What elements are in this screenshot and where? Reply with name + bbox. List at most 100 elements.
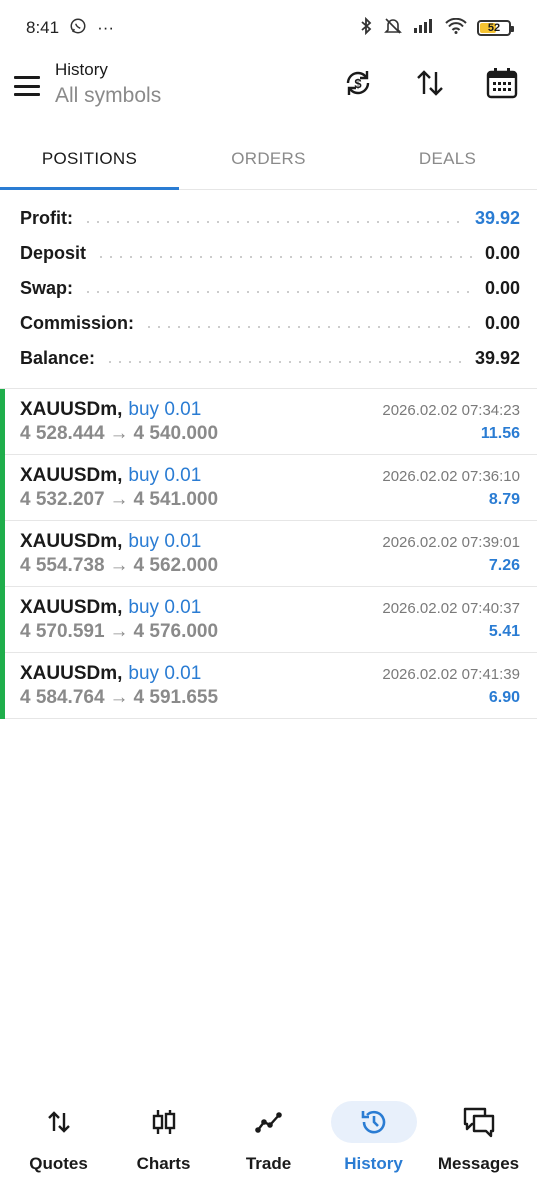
- position-direction: buy 0.01: [128, 597, 202, 618]
- history-icon: [361, 1110, 385, 1134]
- position-direction: buy 0.01: [128, 531, 202, 552]
- close-price: 4 576.000: [133, 621, 219, 642]
- leader-dots: [105, 360, 465, 363]
- summary-value: 39.92: [474, 208, 520, 228]
- nav-label: Trade: [245, 1154, 292, 1173]
- arrow-right-icon: →: [109, 489, 129, 510]
- open-price: 4 584.764: [20, 687, 105, 708]
- nav-quotes[interactable]: Quotes: [9, 1095, 109, 1200]
- nav-history[interactable]: History: [324, 1095, 424, 1200]
- signal-icon: [413, 18, 435, 38]
- symbol-filter[interactable]: All symbols: [55, 84, 161, 108]
- nav-label: Messages: [437, 1154, 520, 1173]
- summary-label: Commission:: [20, 313, 135, 333]
- calendar-icon[interactable]: [485, 66, 519, 100]
- summary-row-swap: Swap: 0.00: [0, 271, 537, 306]
- tab-orders[interactable]: ORDERS: [179, 128, 358, 189]
- position-row[interactable]: XAUUSDm, buy 0.01 2026.02.02 07:39:01 4 …: [0, 521, 537, 587]
- position-direction: buy 0.01: [128, 399, 202, 420]
- arrow-right-icon: →: [109, 555, 129, 576]
- arrow-right-icon: →: [109, 423, 129, 444]
- positions-list: XAUUSDm, buy 0.01 2026.02.02 07:34:23 4 …: [0, 388, 537, 719]
- open-price: 4 528.444: [20, 423, 105, 444]
- messages-icon: [463, 1107, 494, 1138]
- whatsapp-icon: [69, 17, 87, 40]
- battery-icon: 52: [477, 20, 514, 36]
- header-titles[interactable]: History All symbols: [55, 60, 161, 108]
- currency-switch-icon[interactable]: $: [341, 66, 375, 100]
- close-price: 4 591.655: [133, 687, 219, 708]
- open-price: 4 554.738: [20, 555, 105, 576]
- position-row[interactable]: XAUUSDm, buy 0.01 2026.02.02 07:36:10 4 …: [0, 455, 537, 521]
- nav-label: History: [344, 1154, 403, 1173]
- summary-row-commission: Commission: 0.00: [0, 306, 537, 341]
- leader-dots: [83, 290, 475, 293]
- summary-value: 0.00: [484, 313, 520, 333]
- trade-icon: [254, 1112, 282, 1133]
- summary-label: Deposit: [20, 243, 87, 263]
- wifi-icon: [445, 17, 467, 39]
- position-time: 2026.02.02 07:39:01: [382, 534, 520, 551]
- bottom-nav: Quotes Charts Trade History Messages: [0, 1095, 537, 1200]
- sort-icon[interactable]: [413, 66, 447, 100]
- summary-label: Balance:: [20, 348, 96, 368]
- summary-row-profit: Profit: 39.92: [0, 201, 537, 236]
- position-row[interactable]: XAUUSDm, buy 0.01 2026.02.02 07:41:39 4 …: [0, 653, 537, 719]
- position-direction: buy 0.01: [128, 465, 202, 486]
- nav-label: Quotes: [29, 1154, 88, 1173]
- position-profit: 11.56: [480, 425, 520, 442]
- nav-label: Charts: [136, 1154, 191, 1173]
- app-header: History All symbols $: [0, 56, 537, 118]
- position-symbol: XAUUSDm: [20, 399, 118, 420]
- position-direction: buy 0.01: [128, 663, 202, 684]
- position-row[interactable]: XAUUSDm, buy 0.01 2026.02.02 07:40:37 4 …: [0, 587, 537, 653]
- summary-value: 0.00: [484, 243, 520, 263]
- nav-charts[interactable]: Charts: [114, 1095, 214, 1200]
- summary-value: 0.00: [484, 278, 520, 298]
- nav-trade[interactable]: Trade: [219, 1095, 319, 1200]
- menu-icon[interactable]: [14, 76, 40, 96]
- open-price: 4 532.207: [20, 489, 105, 510]
- position-time: 2026.02.02 07:40:37: [382, 600, 520, 617]
- more-notifications-icon: ···: [97, 18, 115, 37]
- position-time: 2026.02.02 07:36:10: [382, 468, 520, 485]
- arrow-right-icon: →: [109, 621, 129, 642]
- position-symbol: XAUUSDm: [20, 597, 118, 618]
- mute-icon: [383, 17, 403, 40]
- leader-dots: [144, 325, 475, 328]
- close-price: 4 540.000: [133, 423, 219, 444]
- summary-row-deposit: Deposit 0.00: [0, 236, 537, 271]
- page-title: History: [55, 60, 108, 79]
- position-profit: 5.41: [488, 623, 520, 640]
- position-row[interactable]: XAUUSDm, buy 0.01 2026.02.02 07:34:23 4 …: [0, 389, 537, 455]
- position-symbol: XAUUSDm: [20, 465, 118, 486]
- summary-value: 39.92: [474, 348, 520, 368]
- tab-deals[interactable]: DEALS: [358, 128, 537, 189]
- summary-label: Profit:: [20, 208, 73, 228]
- charts-icon: [152, 1110, 175, 1134]
- summary-label: Swap:: [20, 278, 74, 298]
- tab-positions[interactable]: POSITIONS: [0, 128, 179, 190]
- nav-messages[interactable]: Messages: [429, 1095, 529, 1200]
- position-time: 2026.02.02 07:34:23: [382, 402, 520, 419]
- svg-text:$: $: [354, 76, 362, 91]
- leader-dots: [83, 220, 465, 223]
- open-price: 4 570.591: [20, 621, 105, 642]
- leader-dots: [96, 255, 475, 258]
- close-price: 4 541.000: [133, 489, 219, 510]
- position-profit: 6.90: [488, 689, 520, 706]
- position-profit: 8.79: [488, 491, 520, 508]
- summary-panel: Profit: 39.92 Deposit 0.00 Swap: 0.00 Co…: [0, 201, 537, 376]
- status-bar: 8:41 ··· 52: [0, 0, 537, 56]
- bluetooth-icon: [359, 16, 373, 40]
- position-symbol: XAUUSDm: [20, 531, 118, 552]
- position-profit: 7.26: [488, 557, 520, 574]
- tab-bar: POSITIONS ORDERS DEALS: [0, 128, 537, 190]
- quotes-icon: [47, 1111, 70, 1133]
- summary-row-balance: Balance: 39.92: [0, 341, 537, 376]
- position-symbol: XAUUSDm: [20, 663, 118, 684]
- position-time: 2026.02.02 07:41:39: [382, 666, 520, 683]
- close-price: 4 562.000: [133, 555, 219, 576]
- arrow-right-icon: →: [109, 687, 129, 708]
- status-time: 8:41: [26, 18, 60, 37]
